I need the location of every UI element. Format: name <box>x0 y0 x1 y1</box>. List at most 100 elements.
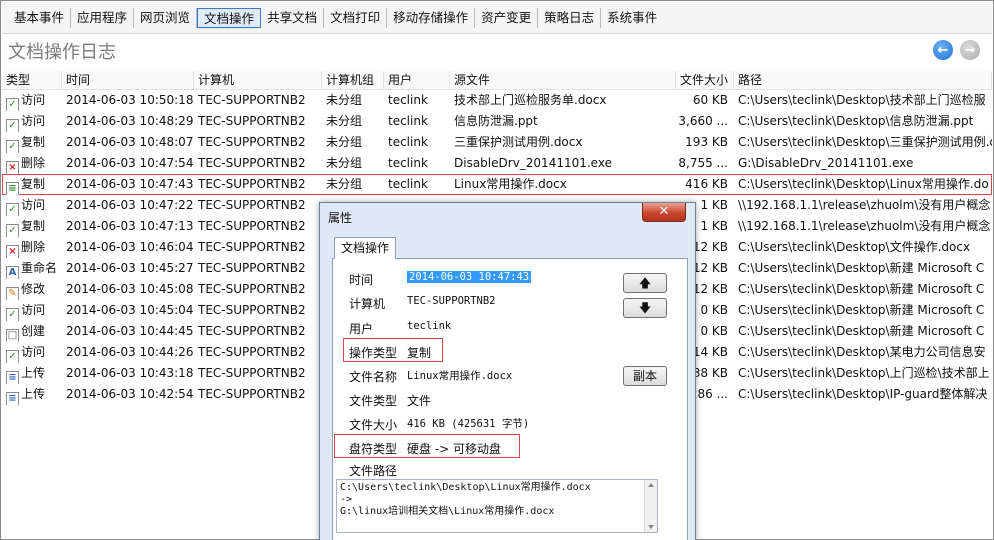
cell-time: 2014-06-03 10:44:45 <box>66 324 194 338</box>
table-header: 类型 时间 计算机 计算机组 用户 源文件 文件大小 路径 <box>2 71 992 90</box>
type-label: 复制 <box>21 135 46 149</box>
tab-4[interactable]: 共享文档 <box>261 7 325 28</box>
cell-time: 2014-06-03 10:47:54 <box>66 156 194 170</box>
tab-8[interactable]: 策略日志 <box>538 7 602 28</box>
table-row[interactable]: ≡ 复制 2014-06-03 10:47:43 TEC-SUPPORTNB2 未分组 t… <box>2 174 992 195</box>
tab-6[interactable]: 移动存储操作 <box>387 7 476 28</box>
type-label: 访问 <box>21 114 46 128</box>
type-label: 修改 <box>21 282 46 296</box>
cell-time: 2014-06-03 10:47:43 <box>66 177 194 191</box>
cell-user: teclink <box>388 93 428 107</box>
column-header-size[interactable]: 文件大小 <box>676 71 734 90</box>
cell-type: ✓ 复制 <box>2 216 62 237</box>
arrow-right-icon[interactable]: → <box>960 40 980 60</box>
type-label: 复制 <box>21 219 46 233</box>
cell-path: C:\Users\teclink\Desktop\三重保护测试用例.docx -… <box>738 135 992 149</box>
cell-type: A 重命名 <box>2 258 62 279</box>
label-file-name: 文件名称 <box>349 370 398 384</box>
close-icon[interactable]: ✕ <box>642 203 686 222</box>
path-line-source: C:\Users\teclink\Desktop\Linux常用操作.docx <box>340 482 591 493</box>
copy-icon: ✓ <box>6 224 19 237</box>
cell-time: 2014-06-03 10:50:18 <box>66 93 194 107</box>
tab-2[interactable]: 网页浏览 <box>134 7 198 28</box>
properties-dialog: 属性 ✕ 文档操作 时间 2014-06-03 10:47:43 🡅 计算机 T… <box>319 202 696 540</box>
tab-1[interactable]: 应用程序 <box>71 7 135 28</box>
cell-computer: TEC-SUPPORTNB2 <box>198 366 306 380</box>
scroll-up-icon[interactable] <box>648 483 654 487</box>
visit-icon: ✓ <box>6 203 19 216</box>
cell-path: C:\Users\teclink\Desktop\IP-guard整体解决 <box>738 387 988 401</box>
cell-time: 2014-06-03 10:45:08 <box>66 282 194 296</box>
cell-time: 2014-06-03 10:42:54 <box>66 387 194 401</box>
tab-7[interactable]: 资产变更 <box>475 7 539 28</box>
column-header-user[interactable]: 用户 <box>384 71 450 90</box>
table-row[interactable]: × 删除 2014-06-03 10:47:54 TEC-SUPPORTNB2 未分组 t… <box>2 153 992 174</box>
cell-computer: TEC-SUPPORTNB2 <box>198 198 306 212</box>
copy-button[interactable]: 副本 <box>623 366 667 386</box>
value-time[interactable]: 2014-06-03 10:47:43 <box>407 271 532 283</box>
cell-path: C:\Users\teclink\Desktop\上门巡检\技术部上 <box>738 366 990 380</box>
category-tab-bar: 基本事件 应用程序 网页浏览 文档操作 共享文档 文档打印 移动存储操作 资产变更 策略日志 系统… <box>2 2 992 34</box>
column-header-group[interactable]: 计算机组 <box>322 71 384 90</box>
cell-size: 193 KB <box>685 135 728 149</box>
cell-file: 三重保护测试用例.docx <box>454 135 583 149</box>
cell-file: Linux常用操作.docx <box>454 177 567 191</box>
column-header-path[interactable]: 路径 <box>734 71 992 90</box>
tab-0[interactable]: 基本事件 <box>8 7 72 28</box>
cell-computer: TEC-SUPPORTNB2 <box>198 135 306 149</box>
cell-type: ≡ 复制 <box>2 174 62 195</box>
visit-icon: ✓ <box>6 98 19 111</box>
type-label: 删除 <box>21 240 46 254</box>
tab-3[interactable]: 文档操作 <box>197 7 262 28</box>
cell-user: teclink <box>388 156 428 170</box>
arrow-left-icon[interactable]: ← <box>933 40 953 60</box>
cell-computer: TEC-SUPPORTNB2 <box>198 345 306 359</box>
dialog-title: 属性 <box>328 211 353 225</box>
cell-type: ✎ 修改 <box>2 279 62 300</box>
table-row[interactable]: ✓ 复制 2014-06-03 10:48:07 TEC-SUPPORTNB2 未分组 t… <box>2 132 992 153</box>
column-header-file[interactable]: 源文件 <box>450 71 676 90</box>
page-title: 文档操作日志 <box>8 42 116 63</box>
column-header-time[interactable]: 时间 <box>62 71 194 90</box>
column-header-type[interactable]: 类型 <box>2 71 62 90</box>
tab-5[interactable]: 文档打印 <box>324 7 388 28</box>
create-icon: □ <box>6 329 19 342</box>
tab-document-operation[interactable]: 文档操作 <box>334 237 396 259</box>
cell-time: 2014-06-03 10:45:27 <box>66 261 194 275</box>
move-down-button[interactable]: 🡇 <box>623 298 667 318</box>
type-label: 删除 <box>21 156 46 170</box>
cell-type: ≡ 上传 <box>2 363 62 384</box>
cell-user: teclink <box>388 177 428 191</box>
cell-type: ✓ 访问 <box>2 300 62 321</box>
table-row[interactable]: ✓ 访问 2014-06-03 10:48:29 TEC-SUPPORTNB2 未分组 t… <box>2 111 992 132</box>
cell-user: teclink <box>388 135 428 149</box>
value-file-type: 文件 <box>407 394 432 408</box>
cell-computer: TEC-SUPPORTNB2 <box>198 114 306 128</box>
cell-path: C:\Users\teclink\Desktop\新建 Microsoft C <box>738 261 985 275</box>
cell-path: \\192.168.1.1\release\zhuolm\没有用户概念 <box>738 219 991 233</box>
cell-path: C:\Users\teclink\Desktop\信息防泄漏.ppt <box>738 114 974 128</box>
column-header-computer[interactable]: 计算机 <box>194 71 322 90</box>
copy-icon: ✓ <box>6 140 19 153</box>
cell-type: × 删除 <box>2 153 62 174</box>
tab-9[interactable]: 系统事件 <box>601 8 663 28</box>
cell-computer: TEC-SUPPORTNB2 <box>198 387 306 401</box>
type-label: 重命名 <box>21 261 58 275</box>
label-file-type: 文件类型 <box>349 394 398 408</box>
scroll-down-icon[interactable] <box>648 525 654 529</box>
cell-file: 信息防泄漏.ppt <box>454 114 538 128</box>
cell-type: ≡ 上传 <box>2 384 62 405</box>
label-file-path: 文件路径 <box>349 464 398 478</box>
table-row[interactable]: ✓ 访问 2014-06-03 10:50:18 TEC-SUPPORTNB2 未分组 t… <box>2 90 992 111</box>
cell-path: C:\Users\teclink\Desktop\新建 Microsoft C <box>738 282 985 296</box>
copy-icon: ≡ <box>6 182 19 195</box>
path-scrollbar[interactable] <box>644 480 657 532</box>
label-computer: 计算机 <box>349 297 386 311</box>
value-op-type: 复制 <box>407 346 432 360</box>
move-up-button[interactable]: 🡅 <box>623 273 667 293</box>
upload-icon: ≡ <box>6 392 19 405</box>
file-path-textbox[interactable]: C:\Users\teclink\Desktop\Linux常用操作.docx … <box>336 479 658 533</box>
cell-computer: TEC-SUPPORTNB2 <box>198 177 306 191</box>
visit-icon: ✓ <box>6 308 19 321</box>
type-label: 访问 <box>21 198 46 212</box>
